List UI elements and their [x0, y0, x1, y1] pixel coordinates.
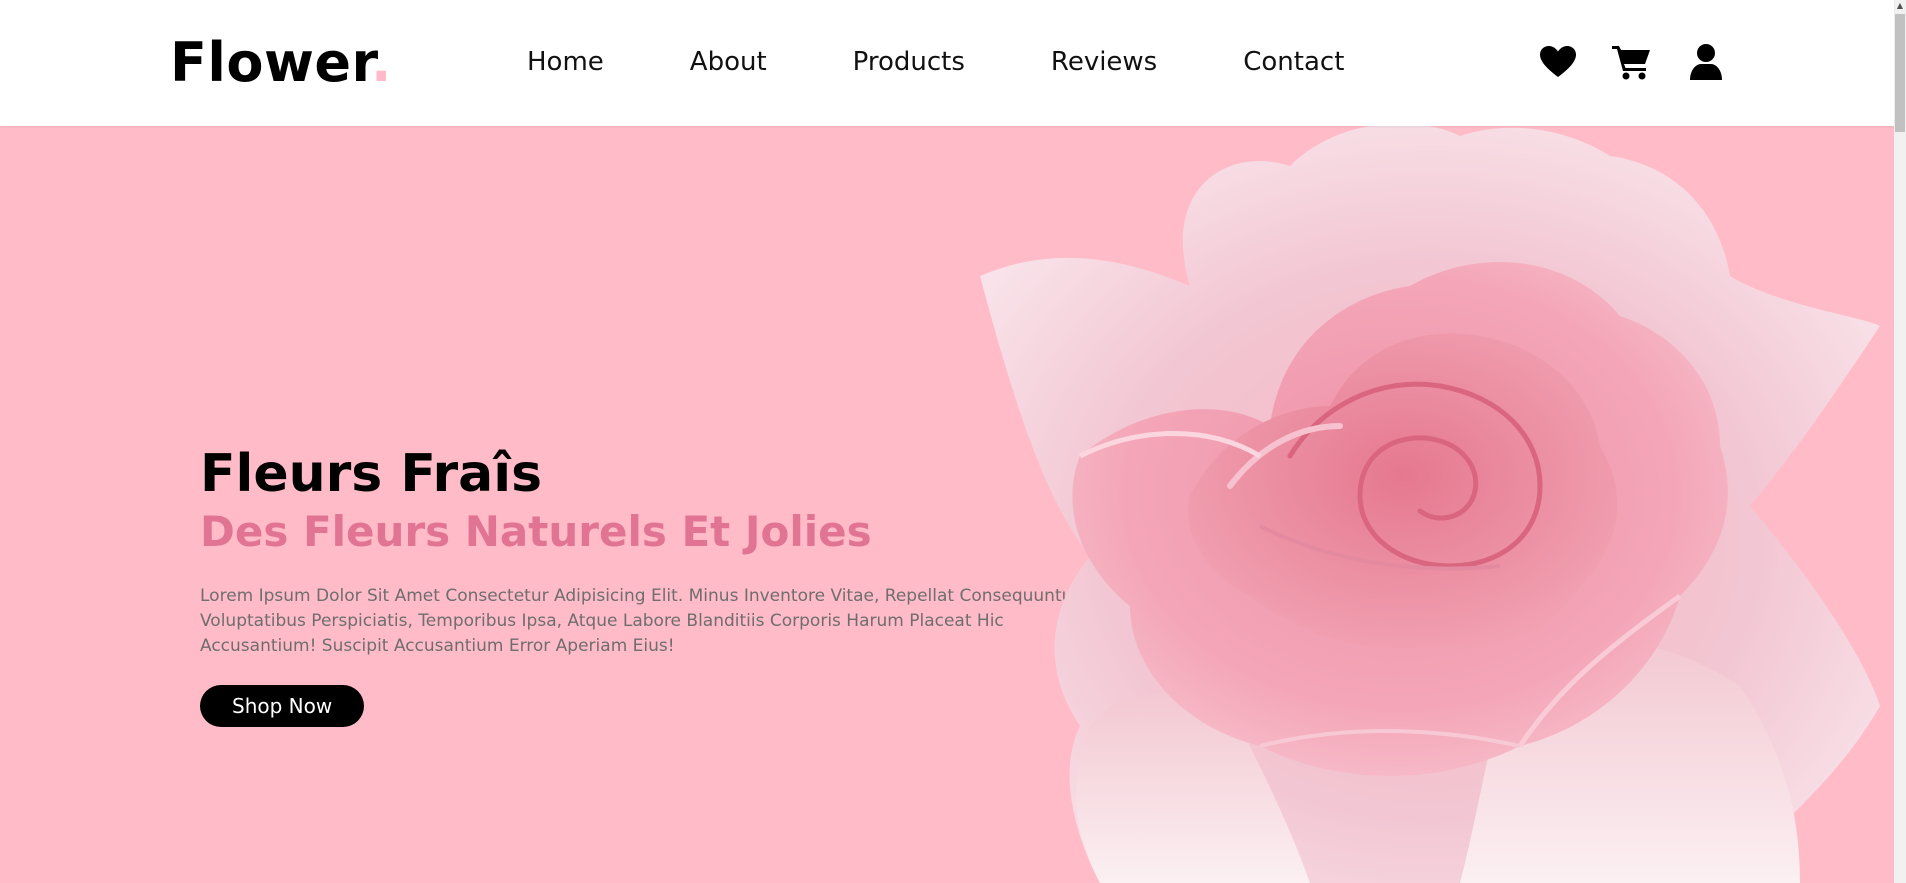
shop-now-button[interactable]: Shop Now	[200, 685, 365, 727]
nav-about[interactable]: About	[690, 44, 767, 80]
rose-image	[980, 126, 1880, 883]
heart-icon[interactable]	[1538, 40, 1578, 84]
main-nav: Home About Products Reviews Contact	[527, 44, 1430, 80]
scroll-up-icon[interactable]: ▲	[1894, 0, 1906, 12]
hero-section: Fleurs Fraîs Des Fleurs Naturels Et Joli…	[0, 126, 1894, 883]
nav-home[interactable]: Home	[527, 44, 604, 80]
site-header: Flower. Home About Products Reviews Cont…	[0, 0, 1894, 126]
nav-reviews[interactable]: Reviews	[1051, 44, 1157, 80]
header-icons	[1538, 40, 1726, 84]
user-icon[interactable]	[1686, 40, 1726, 84]
logo-dot: .	[370, 31, 392, 94]
logo-text: Flower	[170, 31, 371, 94]
logo[interactable]: Flower.	[170, 28, 392, 98]
cart-icon[interactable]	[1612, 40, 1652, 84]
scrollbar[interactable]: ▲	[1894, 0, 1906, 883]
nav-contact[interactable]: Contact	[1243, 44, 1344, 80]
page: Flower. Home About Products Reviews Cont…	[0, 0, 1906, 883]
nav-products[interactable]: Products	[853, 44, 965, 80]
scroll-thumb[interactable]	[1895, 14, 1905, 132]
